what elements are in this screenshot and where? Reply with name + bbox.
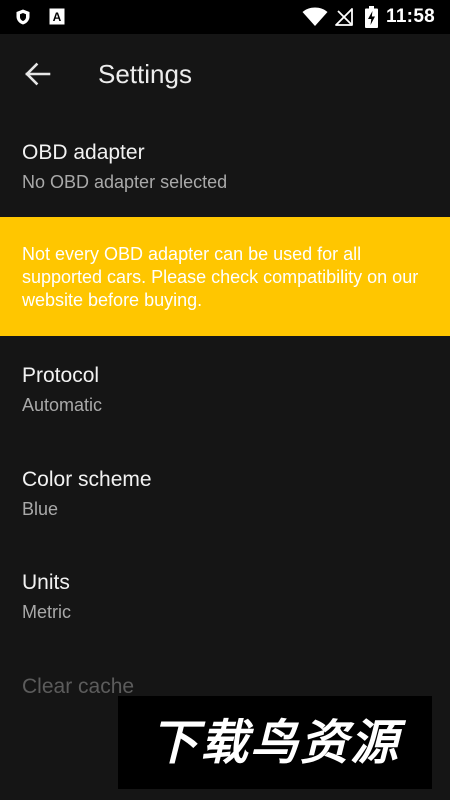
toolbar: Settings (0, 34, 450, 114)
wifi-icon (302, 7, 328, 26)
pref-obd-adapter-title: OBD adapter (22, 141, 145, 164)
status-bar-time: 11:58 (386, 6, 436, 27)
pref-units-title: Units (22, 571, 70, 594)
shield-icon (16, 9, 30, 25)
a-badge-icon: A (49, 8, 65, 25)
compatibility-notice-text: Not every OBD adapter can be used for al… (22, 244, 419, 310)
pref-color-scheme[interactable]: Color scheme Blue (0, 440, 450, 544)
back-button[interactable] (14, 56, 62, 92)
pref-protocol-title: Protocol (22, 364, 100, 387)
watermark: 下载鸟资源 (118, 696, 432, 789)
pref-color-scheme-summary: Blue (22, 499, 59, 519)
pref-protocol-summary: Automatic (22, 395, 103, 415)
pref-obd-adapter[interactable]: OBD adapter No OBD adapter selected (0, 114, 450, 217)
compatibility-notice: Not every OBD adapter can be used for al… (0, 217, 450, 336)
page-title: Settings (98, 59, 192, 89)
pref-color-scheme-title: Color scheme (22, 468, 152, 491)
pref-units-summary: Metric (22, 602, 71, 622)
pref-obd-adapter-summary: No OBD adapter selected (22, 172, 228, 192)
pref-protocol[interactable]: Protocol Automatic (0, 336, 450, 440)
no-signal-icon (335, 8, 353, 26)
watermark-text: 下载鸟资源 (149, 714, 400, 771)
arrow-left-icon (25, 62, 51, 86)
status-bar: A 11:58 (0, 0, 450, 34)
pref-units[interactable]: Units Metric (0, 544, 450, 648)
battery-charging-icon (365, 6, 378, 28)
a-badge-label: A (53, 10, 62, 24)
settings-screen: A 11:58 Settings OBD adapter No OBD adap… (0, 0, 450, 800)
